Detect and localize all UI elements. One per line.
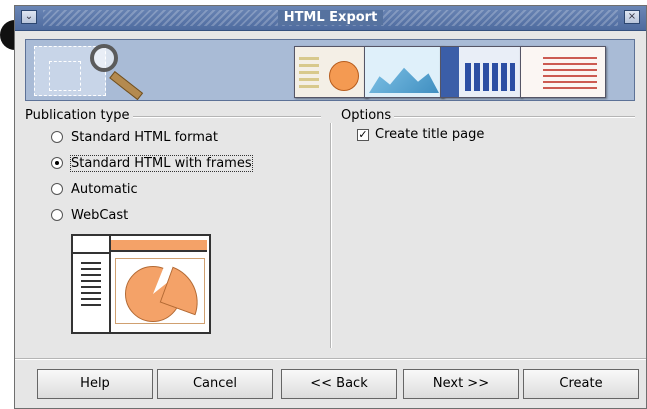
radio-standard-html[interactable]: Standard HTML format [51, 128, 218, 146]
preview-header-bar [111, 240, 207, 252]
export-banner-image [25, 39, 635, 101]
radio-button-selected[interactable] [51, 157, 63, 169]
next-button[interactable]: Next >> [403, 369, 519, 399]
create-button[interactable]: Create [523, 369, 639, 399]
radio-label: Automatic [71, 181, 138, 197]
group-divider [330, 123, 332, 348]
window-title: HTML Export [15, 10, 646, 25]
checkbox[interactable]: ✓ [357, 128, 369, 141]
titlebar[interactable]: ⌄ HTML Export × [15, 6, 646, 31]
close-icon[interactable]: × [624, 10, 640, 24]
frames-layout-preview [71, 234, 211, 334]
area-chart-thumbnail [364, 46, 444, 98]
magnifier-icon [90, 44, 118, 72]
back-button[interactable]: << Back [281, 369, 397, 399]
radio-button[interactable] [51, 183, 63, 195]
radio-automatic[interactable]: Automatic [51, 180, 138, 198]
radio-button[interactable] [51, 209, 63, 221]
radio-standard-html-frames[interactable]: Standard HTML with frames [51, 154, 253, 172]
cancel-button[interactable]: Cancel [157, 369, 273, 399]
help-button[interactable]: Help [37, 369, 153, 399]
bottom-separator [15, 358, 646, 360]
bar-chart-thumbnail [440, 46, 522, 98]
publication-type-label: Publication type [25, 108, 133, 123]
options-label: Options [341, 108, 395, 123]
pie-chart-thumbnail [294, 46, 368, 98]
radio-label: Standard HTML format [71, 129, 218, 145]
checkbox-label: Create title page [375, 127, 485, 142]
preview-nav-frame [73, 236, 111, 332]
html-export-dialog: ⌄ HTML Export × Publication type Standar… [14, 5, 647, 409]
create-title-page-checkbox[interactable]: ✓ Create title page [357, 127, 484, 142]
radio-button[interactable] [51, 131, 63, 143]
radio-label: WebCast [71, 207, 129, 223]
radio-webcast[interactable]: WebCast [51, 206, 128, 224]
magnifier-handle [109, 70, 144, 100]
radio-label: Standard HTML with frames [70, 154, 253, 172]
text-page-thumbnail [520, 46, 606, 98]
